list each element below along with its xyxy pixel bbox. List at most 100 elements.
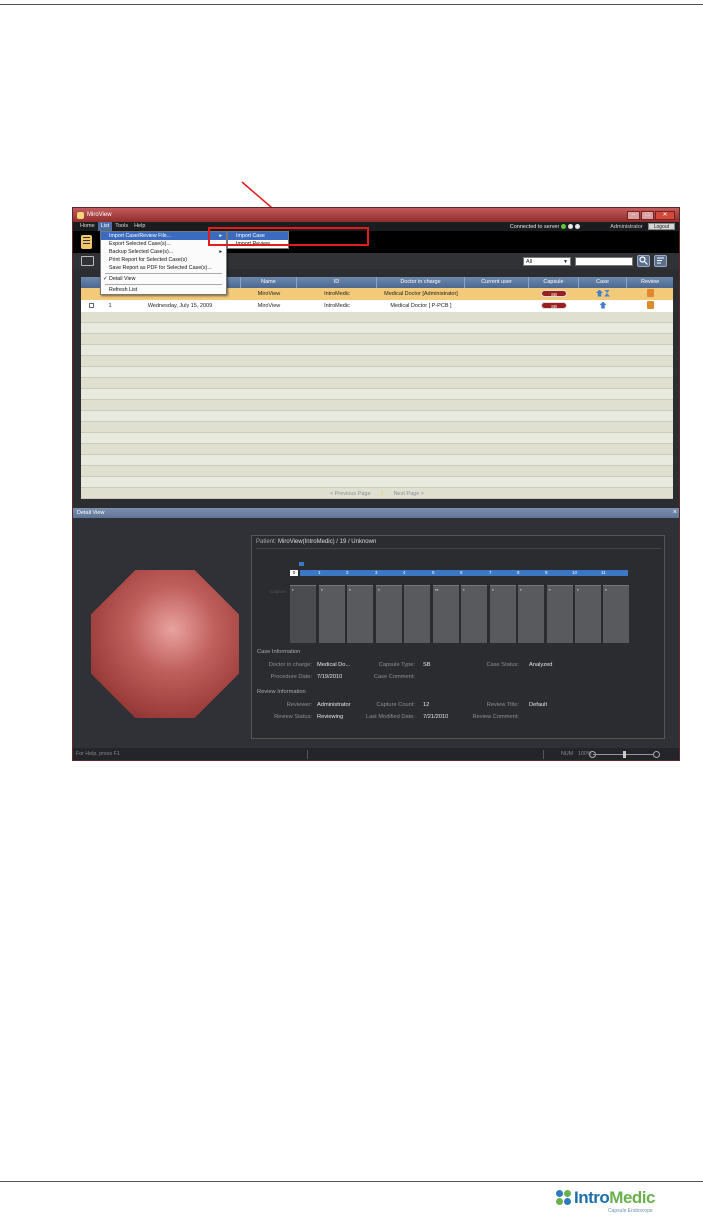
row-name-cell: MiroView — [257, 291, 281, 297]
zoom-slider-handle[interactable] — [623, 751, 626, 758]
menu-list[interactable]: List — [97, 222, 113, 231]
menu-item-backup-cases[interactable]: Backup Selected Case(s)... ▸ — [101, 248, 226, 256]
review-comment-label: Review Comment: — [472, 714, 519, 720]
timeline-mark: 5 — [432, 570, 435, 575]
close-icon[interactable]: × — [673, 508, 677, 518]
capsule-type-label: Capsule Type: — [378, 662, 415, 668]
capture-thumbnail[interactable]: * — [603, 585, 629, 643]
capture-count-label: Capture Count: — [376, 702, 415, 708]
menu-item-save-pdf[interactable]: Save Report as PDF for Selected Case(s).… — [101, 264, 226, 272]
capture-marker: * — [321, 588, 323, 593]
status-white-dot-icon — [575, 224, 581, 229]
menu-item-print-report[interactable]: Print Report for Selected Case(s) — [101, 256, 226, 264]
list-view-icon[interactable] — [81, 235, 92, 249]
column-header-current-user[interactable]: Current user — [465, 277, 529, 288]
minimize-button[interactable]: – — [627, 210, 640, 220]
num-lock-indicator: NUM — [561, 751, 574, 757]
connection-status: Connected to server — [510, 224, 581, 230]
timeline-mark: 1 — [318, 570, 321, 575]
capture-thumbnail[interactable]: * — [376, 585, 402, 643]
row-checkbox-cell — [81, 302, 101, 310]
menu-item-label: Import Case/Review File... — [109, 233, 172, 239]
print-icon[interactable] — [81, 256, 94, 266]
column-header-id[interactable]: ID — [297, 277, 377, 288]
page-top-rule — [0, 4, 703, 5]
title-bar: MiroView – □ ✕ — [73, 208, 679, 222]
column-header-capsule[interactable]: Capsule — [529, 277, 579, 288]
capture-thumbnail[interactable]: * — [547, 585, 573, 643]
doctor-label: Doctor in charge: — [268, 662, 312, 668]
logout-button[interactable]: Logout — [647, 223, 675, 230]
capture-thumbnail[interactable]: * — [518, 585, 544, 643]
filter-select[interactable]: All ▼ — [523, 257, 571, 266]
capture-marker: ** — [435, 588, 439, 593]
menu-item-label: Print Report for Selected Case(s) — [109, 257, 188, 263]
previous-page-link[interactable]: < Previous Page — [330, 491, 371, 497]
menu-tools[interactable]: Tools — [112, 222, 131, 231]
capture-marker: * — [605, 588, 607, 593]
review-book-icon[interactable] — [646, 301, 654, 309]
capture-thumbnail[interactable]: * — [461, 585, 487, 643]
last-modified-label: Last Modified Date: — [365, 714, 415, 720]
search-input[interactable] — [575, 257, 633, 266]
empty-row — [81, 444, 673, 455]
column-header-case[interactable]: Case — [579, 277, 627, 288]
empty-row — [81, 455, 673, 466]
column-header-review[interactable]: Review — [627, 277, 673, 288]
menu-item-label: Detail View — [109, 276, 136, 282]
review-info-title: Review Information — [257, 689, 306, 695]
capture-marker: * — [520, 588, 522, 593]
capture-thumbnail[interactable]: * — [290, 585, 316, 643]
upload-case-icon[interactable] — [599, 301, 607, 309]
menu-item-detail-view[interactable]: ✓ Detail View — [101, 275, 226, 283]
advanced-search-button[interactable] — [654, 255, 667, 267]
capture-thumbnail[interactable]: * — [319, 585, 345, 643]
case-table: Name ID Doctor in charge Current user Ca… — [81, 277, 673, 499]
capture-timeline[interactable]: 1 2 3 4 5 6 7 8 9 10 11 — [299, 562, 628, 576]
app-window: MiroView – □ ✕ Home List Tools Help Conn… — [72, 207, 680, 761]
row-date-cell: Wednesday, July 15, 2009 — [147, 303, 213, 309]
capture-thumbnail[interactable]: * — [347, 585, 373, 643]
capsule-badge: SB — [541, 302, 567, 309]
last-modified-value: 7/21/2010 — [423, 714, 449, 720]
close-button[interactable]: ✕ — [655, 210, 675, 220]
status-white-dot-icon — [568, 224, 574, 229]
timeline-mark: 7 — [489, 570, 492, 575]
upload-case-icon[interactable] — [596, 289, 603, 297]
case-info-panel: Patient: MiroView(IntroMedic) / 19 / Unk… — [251, 535, 665, 739]
intromedic-mark-icon — [556, 1190, 572, 1206]
zoom-in-icon[interactable] — [653, 751, 660, 758]
menu-home[interactable]: Home — [77, 222, 98, 231]
checkmark-icon: ✓ — [103, 276, 108, 282]
reviewer-value: Administrator — [317, 702, 351, 708]
row-checkbox[interactable] — [88, 302, 94, 308]
review-status-label: Review Status: — [274, 714, 312, 720]
menu-help[interactable]: Help — [131, 222, 148, 231]
next-page-link[interactable]: Next Page > — [394, 491, 424, 497]
capture-thumbnail[interactable]: * — [490, 585, 516, 643]
capsule-type-value: SB — [423, 662, 431, 668]
column-header-doctor[interactable]: Doctor in charge — [377, 277, 465, 288]
empty-row — [81, 389, 673, 400]
maximize-button[interactable]: □ — [641, 210, 654, 220]
menu-item-refresh-list[interactable]: Refresh List — [101, 286, 226, 294]
capture-thumbnail[interactable] — [404, 585, 430, 643]
empty-row — [81, 334, 673, 345]
app-logo-icon — [77, 211, 84, 219]
capture-thumbnail[interactable]: * — [575, 585, 601, 643]
pagination: < Previous Page 1 Next Page > — [73, 487, 679, 501]
advanced-search-icon — [657, 257, 664, 264]
flag-icon — [299, 562, 304, 566]
column-header-name[interactable]: Name — [241, 277, 297, 288]
row-review-cell — [627, 289, 673, 299]
review-title-label: Review Title: — [486, 702, 519, 708]
detail-view-title: Detail View — [77, 510, 105, 516]
capture-thumbnail[interactable]: ** — [433, 585, 459, 643]
empty-row — [81, 433, 673, 444]
search-button[interactable] — [637, 255, 650, 267]
table-row[interactable]: 1 Wednesday, July 15, 2009 MiroView Intr… — [81, 300, 673, 312]
capture-marker: * — [463, 588, 465, 593]
patient-value: MiroView(IntroMedic) / 19 / Unknown — [278, 539, 377, 545]
review-book-icon[interactable] — [646, 289, 654, 297]
search-icon — [639, 256, 648, 265]
